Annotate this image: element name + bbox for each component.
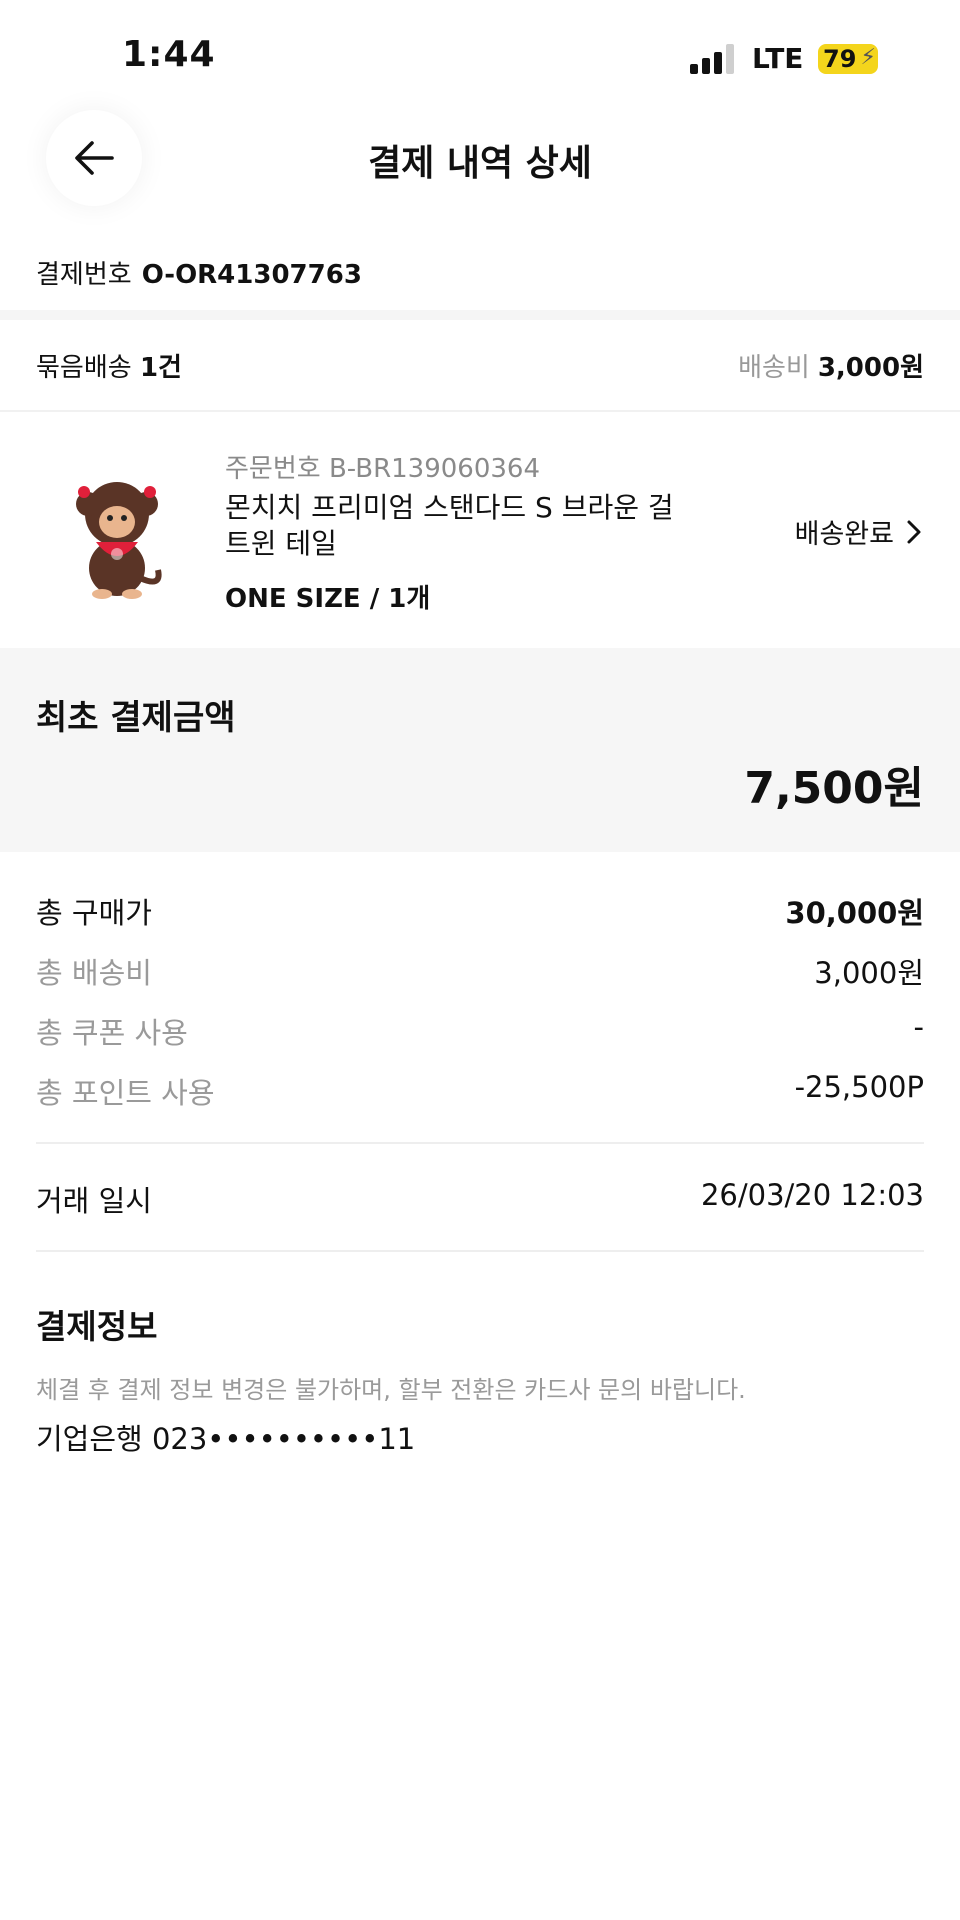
product-image[interactable] — [62, 470, 172, 600]
payment-info-title: 결제정보 — [36, 1307, 158, 1346]
bundle-shipping: 묶음배송 1건 — [36, 347, 182, 384]
row-value: - — [913, 1010, 924, 1044]
page-title: 결제 내역 상세 — [368, 143, 592, 184]
row-label: 총 포인트 사용 — [36, 1076, 215, 1110]
row-value: 26/03/20 12:03 — [700, 1178, 924, 1212]
total-shipping-row: 총 배송비 3,000원 — [36, 950, 924, 992]
shipping-fee-value: 3,000원 — [817, 353, 924, 383]
row-label: 총 구매가 — [36, 896, 152, 930]
divider — [36, 1250, 924, 1252]
shipping-fee-label: 배송비 — [738, 353, 810, 383]
total-purchase-row: 총 구매가 30,000원 — [36, 890, 924, 932]
delivery-status: 배송완료 — [794, 519, 894, 550]
status-time: 1:44 — [122, 34, 216, 75]
transaction-date-row: 거래 일시 26/03/20 12:03 — [36, 1178, 924, 1220]
payment-account: 기업은행 023••••••••••11 — [36, 1422, 416, 1456]
payment-number-label: 결제번호 — [36, 260, 132, 290]
network-label: LTE — [752, 42, 804, 75]
summary-amount: 7,500원 — [744, 763, 924, 814]
bundle-count: 1건 — [139, 353, 182, 383]
row-label: 총 쿠폰 사용 — [36, 1016, 188, 1050]
payment-number-value: O-OR41307763 — [141, 260, 362, 290]
row-value: 30,000원 — [785, 896, 924, 930]
chevron-right-icon — [907, 520, 921, 543]
total-point-row: 총 포인트 사용 -25,500P — [36, 1070, 924, 1112]
payment-info-note: 체결 후 결제 정보 변경은 불가하며, 할부 전환은 카드사 문의 바랍니다. — [36, 1376, 746, 1404]
payment-number: 결제번호 O-OR41307763 — [36, 254, 362, 291]
shipping-fee: 배송비 3,000원 — [738, 347, 924, 384]
product-name[interactable]: 몬치치 프리미엄 스탠다드 S 브라운 걸 트윈 테일 — [225, 490, 705, 562]
total-coupon-row: 총 쿠폰 사용 - — [36, 1010, 924, 1052]
divider — [36, 1142, 924, 1144]
bundle-label: 묶음배송 — [36, 353, 132, 383]
row-value: -25,500P — [794, 1070, 924, 1104]
product-option: ONE SIZE / 1개 — [225, 584, 431, 614]
divider — [0, 410, 960, 412]
battery-level: 79 — [823, 45, 857, 73]
row-label: 거래 일시 — [36, 1184, 152, 1218]
summary-title: 최초 결제금액 — [36, 698, 236, 738]
signal-icon — [690, 44, 736, 74]
row-value: 3,000원 — [814, 956, 924, 990]
initial-payment-summary: 최초 결제금액 7,500원 — [0, 648, 960, 852]
battery-icon: 79 ⚡ — [818, 44, 878, 74]
divider — [0, 310, 960, 320]
row-label: 총 배송비 — [36, 956, 152, 990]
order-number: 주문번호 B-BR139060364 — [225, 454, 541, 484]
delivery-status-link[interactable]: 배송완료 — [795, 512, 924, 551]
charging-icon: ⚡ — [860, 45, 876, 70]
